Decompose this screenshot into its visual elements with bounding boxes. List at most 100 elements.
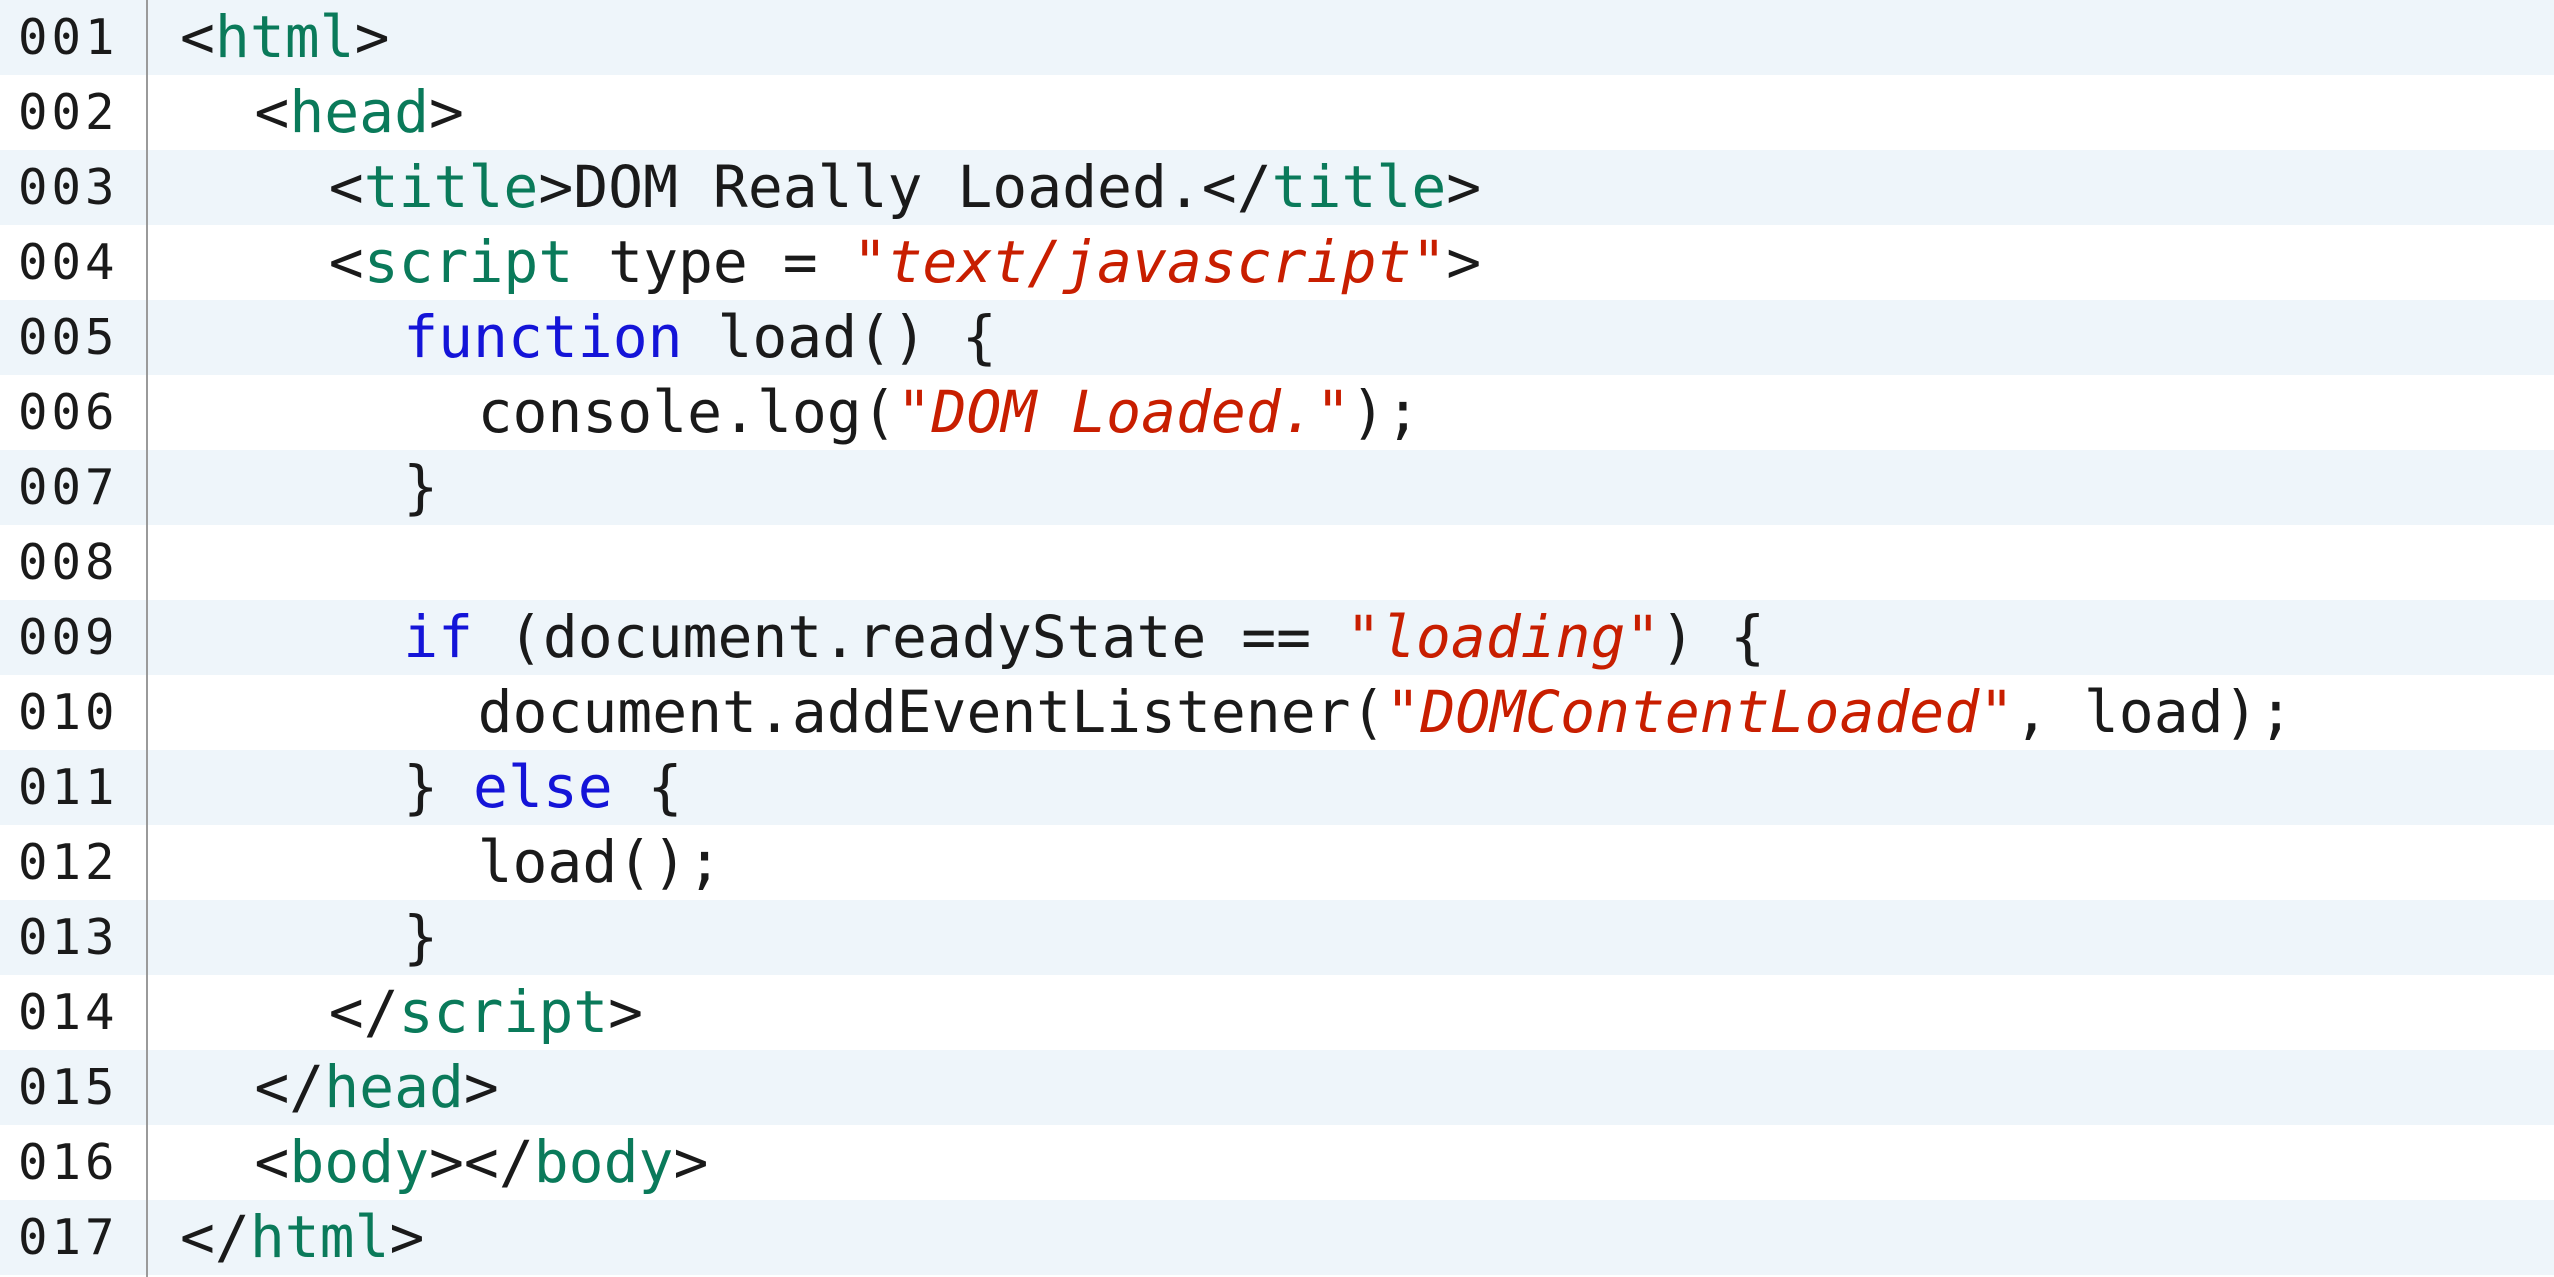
keyword-token: function — [403, 303, 683, 371]
line-text: </head> — [254, 1050, 498, 1125]
code-token: type = — [573, 228, 853, 296]
code-token: } — [403, 903, 439, 971]
code-token: ) { — [1660, 603, 1766, 671]
string-token: DOM Loaded. — [931, 378, 1316, 446]
line-number: 011 — [18, 759, 119, 816]
code-token: > — [429, 78, 464, 146]
code-token: ></ — [429, 1128, 534, 1196]
code-token: , load); — [2014, 678, 2294, 746]
tag-name-token: html — [249, 1203, 390, 1271]
code-line: 004 <script type = "text/javascript"> — [0, 225, 2554, 300]
line-text: <body></body> — [254, 1125, 708, 1200]
line-number: 002 — [18, 84, 119, 141]
line-text: if (document.readyState == "loading") { — [403, 600, 1765, 675]
line-number: 013 — [18, 909, 119, 966]
code-token: document.addEventListener( — [477, 678, 1386, 746]
code-token: ); — [1350, 378, 1421, 446]
code-line: 015 </head> — [0, 1050, 2554, 1125]
code-token: load() { — [682, 303, 997, 371]
line-text: </script> — [329, 975, 643, 1050]
code-token: </ — [328, 978, 399, 1046]
code-token: (document.readyState == — [473, 603, 1347, 671]
line-text: <title>DOM Really Loaded.</title> — [329, 150, 1481, 225]
line-text: <head> — [254, 75, 464, 150]
code-line: 008 — [0, 525, 2554, 600]
tag-name-token: body — [289, 1128, 429, 1196]
code-line: 009 if (document.readyState == "loading")… — [0, 600, 2554, 675]
tag-name-token: body — [533, 1128, 674, 1196]
line-number: 016 — [18, 1134, 119, 1191]
line-text: function load() { — [403, 300, 997, 375]
quote-token: " — [1385, 678, 1421, 746]
code-token: < — [180, 3, 215, 71]
code-token: > — [608, 978, 644, 1046]
code-token: } — [403, 453, 439, 521]
line-text: load(); — [478, 825, 722, 900]
quote-token: " — [1346, 603, 1381, 671]
code-line: 001 <html> — [0, 0, 2554, 75]
quote-token: " — [1411, 228, 1447, 296]
line-number: 014 — [18, 984, 119, 1041]
tag-name-token: html — [214, 3, 355, 71]
code-token: > — [389, 1203, 425, 1271]
tag-name-token: head — [289, 78, 429, 146]
tag-name-token: script — [363, 228, 574, 296]
quote-token: " — [852, 228, 888, 296]
line-text: document.addEventListener("DOMContentLoa… — [478, 675, 2294, 750]
code-line: 007} — [0, 450, 2554, 525]
code-token: </ — [180, 1203, 250, 1271]
code-line: 006 console.log("DOM Loaded."); — [0, 375, 2554, 450]
code-token: > — [1446, 228, 1482, 296]
line-number: 005 — [18, 309, 119, 366]
code-token: { — [612, 753, 683, 821]
code-view: 001 <html> 002 <head> 003 <title>DOM Really L… — [0, 0, 2554, 1277]
line-text: } — [403, 900, 438, 975]
line-number: 010 — [18, 684, 119, 741]
code-token: console.log( — [477, 378, 897, 446]
line-text: <script type = "text/javascript"> — [329, 225, 1481, 300]
code-line: 005 function load() { — [0, 300, 2554, 375]
code-line: 003 <title>DOM Really Loaded.</title> — [0, 150, 2554, 225]
quote-token: " — [896, 378, 932, 446]
line-number: 001 — [18, 9, 119, 66]
string-token: loading — [1380, 603, 1626, 671]
code-line: 011} else { — [0, 750, 2554, 825]
code-token: > — [1446, 153, 1482, 221]
code-token: > — [354, 3, 390, 71]
line-number: 009 — [18, 609, 119, 666]
code-token: < — [254, 1128, 290, 1196]
line-text: <html> — [180, 0, 390, 75]
code-token: load(); — [477, 828, 723, 896]
code-token: > — [463, 1053, 499, 1121]
line-text: } — [403, 450, 438, 525]
code-token: < — [328, 228, 364, 296]
line-text: console.log("DOM Loaded."); — [478, 375, 1421, 450]
tag-name-token: head — [324, 1053, 464, 1121]
line-text: } else { — [403, 750, 682, 825]
code-line: 010 document.addEventListener("DOMContent… — [0, 675, 2554, 750]
string-token: DOMContentLoaded — [1420, 678, 1980, 746]
line-number: 008 — [18, 534, 119, 591]
code-line: 002 <head> — [0, 75, 2554, 150]
code-token: < — [328, 153, 364, 221]
code-line: 017 </html> — [0, 1200, 2554, 1275]
code-token: } — [403, 753, 474, 821]
code-line: 014 </script> — [0, 975, 2554, 1050]
code-line: 012 load(); — [0, 825, 2554, 900]
line-number: 006 — [18, 384, 119, 441]
quote-token: " — [1625, 603, 1661, 671]
quote-token: " — [1979, 678, 2015, 746]
line-number: 015 — [18, 1059, 119, 1116]
gutter-divider — [146, 0, 148, 1277]
line-number: 004 — [18, 234, 119, 291]
code-line: 016 <body></body> — [0, 1125, 2554, 1200]
keyword-token: else — [473, 753, 613, 821]
tag-name-token: script — [398, 978, 609, 1046]
code-line: 013} — [0, 900, 2554, 975]
code-token: > — [673, 1128, 709, 1196]
line-number: 017 — [18, 1209, 119, 1266]
code-token: < — [254, 78, 290, 146]
tag-name-token: title — [1271, 153, 1447, 221]
line-number: 003 — [18, 159, 119, 216]
string-token: text/javascript — [887, 228, 1412, 296]
